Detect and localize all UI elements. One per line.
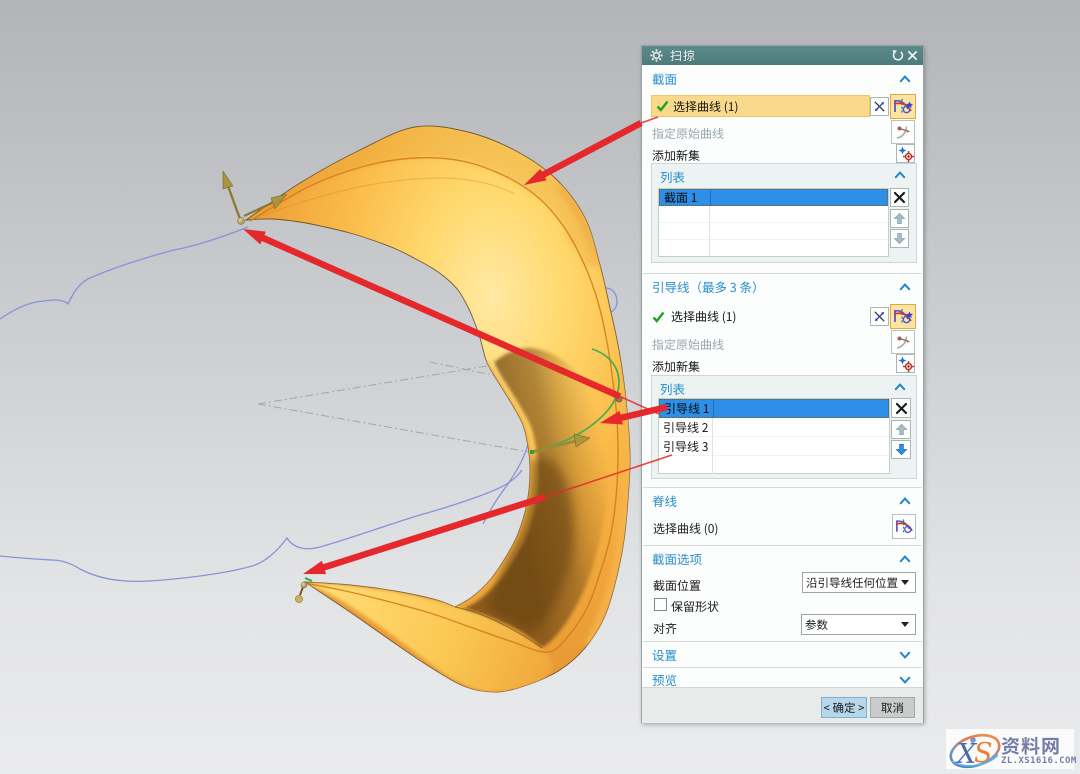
crossing-arrows-icon — [872, 99, 887, 114]
guides-add-new-set-row[interactable]: 添加新集 — [652, 358, 700, 375]
preview-group-header[interactable]: 预览 — [642, 672, 923, 688]
section-position-label: 截面位置 — [653, 577, 701, 594]
guides-list-remove-button[interactable] — [891, 398, 911, 418]
section-specify-origin-row: 指定原始曲线 — [652, 125, 724, 142]
guides-select-curve-row[interactable]: 选择曲线 (1) — [652, 308, 736, 325]
section-list-move-up-button[interactable] — [890, 209, 909, 228]
guide-point-handle[interactable] — [616, 396, 622, 402]
cancel-button[interactable]: 取消 — [870, 697, 915, 718]
spine-curve-rule-button[interactable] — [892, 514, 916, 539]
chevron-up-icon[interactable] — [899, 497, 911, 505]
dialog-title: 扫掠 — [670, 47, 696, 64]
guides-list-row-3[interactable]: 引导线 3 — [659, 437, 889, 456]
logo-letter-s: S — [974, 738, 993, 769]
align-dropdown[interactable]: 参数 — [801, 614, 916, 635]
dialog-footer: < 确定 > 取消 — [642, 687, 923, 723]
guides-list-move-up-button[interactable] — [891, 420, 911, 439]
add-new-set-icon — [898, 146, 914, 162]
sweep-dialog: 扫掠 截面 选择曲线 (1) — [641, 45, 924, 723]
watermark-site-name: 资料网 — [1001, 732, 1061, 759]
curve-rule-icon — [893, 97, 913, 116]
section-list-row-1[interactable]: 截面 1 — [659, 189, 888, 206]
guides-origin-curve-button[interactable] — [891, 330, 915, 354]
section-list-remove-button[interactable] — [890, 188, 909, 207]
guides-list-row-2[interactable]: 引导线 2 — [659, 418, 889, 437]
guides-list-table: 引导线 1 引导线 2 引导线 3 — [658, 398, 890, 474]
chevron-down-icon[interactable] — [899, 676, 911, 684]
chevron-up-icon[interactable] — [899, 283, 911, 291]
chevron-up-icon[interactable] — [899, 75, 911, 83]
guides-add-new-set-button[interactable] — [896, 354, 915, 373]
section-position-dropdown[interactable]: 沿引导线任何位置 — [802, 572, 916, 593]
watermark-site-caption: ZL.XS1616.COM — [1001, 756, 1077, 766]
settings-group-header[interactable]: 设置 — [642, 647, 923, 663]
watermark-logo: X S — [946, 729, 1004, 769]
crossing-arrows-icon — [872, 309, 887, 324]
dialog-body: 截面 选择曲线 (1) 指定 — [642, 46, 923, 687]
checkmark-icon — [652, 311, 665, 323]
guide-end-markers — [295, 578, 312, 603]
section-group-header[interactable]: 截面 — [642, 71, 923, 87]
chevron-up-icon[interactable] — [899, 555, 911, 563]
deselect-swap-button[interactable] — [870, 97, 889, 116]
list-label: 列表 — [660, 379, 685, 398]
sweep-surface-preview[interactable] — [246, 126, 630, 692]
dialog-titlebar[interactable]: 扫掠 — [642, 46, 923, 65]
section-add-new-set-row[interactable]: 添加新集 — [652, 147, 700, 164]
section-curve-rule-button[interactable] — [890, 94, 916, 119]
arrow-down-icon — [895, 443, 908, 456]
spine-group-header[interactable]: 脊线 — [642, 493, 923, 509]
section-add-new-set-button[interactable] — [896, 144, 915, 163]
dropdown-arrow-icon — [901, 580, 909, 585]
align-label: 对齐 — [653, 620, 677, 637]
chevron-down-icon[interactable] — [899, 651, 911, 659]
add-new-set-icon — [898, 356, 914, 372]
guides-group-header[interactable]: 引导线（最多 3 条） — [642, 279, 923, 295]
delete-x-icon — [895, 402, 908, 415]
section-origin-curve-button[interactable] — [891, 120, 915, 144]
section-select-curve-row[interactable]: 选择曲线 (1) — [651, 95, 870, 117]
arrow-down-icon — [893, 232, 906, 245]
section-list-row-3[interactable] — [659, 223, 888, 240]
section-list-move-down-button[interactable] — [890, 229, 909, 248]
arrow-up-icon — [893, 212, 906, 225]
close-icon — [907, 50, 918, 61]
guides-specify-origin-row: 指定原始曲线 — [652, 336, 724, 353]
ok-button[interactable]: < 确定 > — [821, 697, 867, 718]
section-options-header[interactable]: 截面选项 — [642, 551, 923, 567]
reset-icon — [891, 49, 904, 62]
gear-icon — [650, 49, 663, 62]
section-list-row-4[interactable] — [659, 240, 888, 256]
curve-rule-icon — [893, 307, 913, 326]
watermark-badge: X S 资料网 ZL.XS1616.COM — [946, 729, 1074, 769]
origin-curve-icon — [894, 333, 912, 351]
preserve-shape-checkbox[interactable] — [654, 598, 667, 611]
guides-list-row-1[interactable]: 引导线 1 — [659, 399, 889, 418]
list-label: 列表 — [660, 167, 685, 186]
arrow-up-icon — [895, 423, 908, 436]
chevron-up-icon[interactable] — [894, 171, 906, 179]
section-list-table: 截面 1 — [658, 188, 889, 257]
guides-curve-rule-button[interactable] — [890, 304, 916, 329]
deselect-swap-button[interactable] — [870, 307, 889, 326]
spine-select-curve-row[interactable]: 选择曲线 (0) — [653, 520, 718, 537]
dialog-close-button[interactable] — [905, 48, 920, 63]
guides-list-move-down-button[interactable] — [891, 440, 911, 459]
checkmark-icon — [656, 100, 669, 112]
curve-rule-icon — [895, 517, 914, 536]
guides-list-row-4[interactable] — [659, 456, 889, 474]
origin-curve-icon — [894, 123, 912, 141]
dropdown-arrow-icon — [901, 622, 909, 627]
section-list-row-2[interactable] — [659, 206, 888, 223]
dialog-reset-button[interactable] — [890, 48, 905, 63]
chevron-up-icon[interactable] — [894, 383, 906, 391]
delete-x-icon — [893, 191, 906, 204]
nx-application-window: { "dialog": { "title": "扫掠", "section": … — [0, 0, 1080, 774]
preserve-shape-label[interactable]: 保留形状 — [671, 598, 719, 615]
